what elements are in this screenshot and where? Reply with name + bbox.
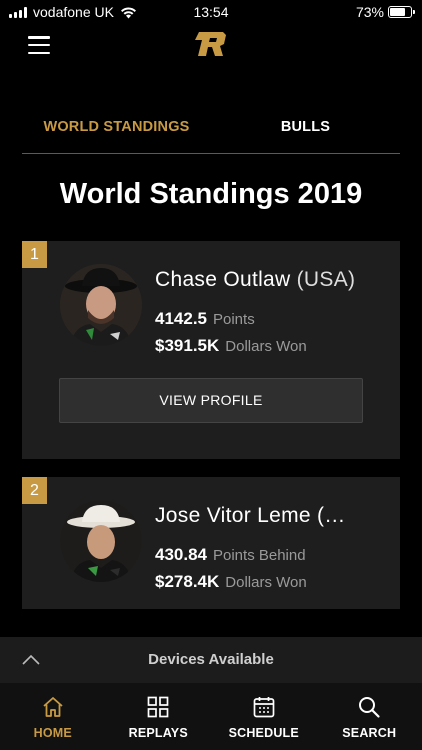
status-right: 73%: [355, 4, 415, 20]
points-label: Points: [213, 311, 255, 328]
grid-icon: [147, 696, 169, 718]
devices-available-label: Devices Available: [148, 651, 274, 668]
nav-replays[interactable]: REPLAYS: [106, 683, 212, 750]
nav-schedule-label: SCHEDULE: [228, 726, 299, 740]
nav-schedule[interactable]: SCHEDULE: [211, 683, 317, 750]
nav-replays-label: REPLAYS: [128, 726, 188, 740]
battery-percent: 73%: [355, 4, 384, 20]
status-bar: vodafone UK 13:54 73%: [0, 0, 422, 24]
tab-world-standings[interactable]: WORLD STANDINGS: [22, 110, 211, 153]
devices-available-bar[interactable]: Devices Available: [0, 637, 422, 683]
page-title: World Standings 2019: [59, 178, 363, 210]
home-icon: [43, 697, 63, 717]
battery-icon: [388, 6, 415, 18]
nav-home[interactable]: HOME: [0, 683, 106, 750]
dollars-value: $278.4K: [155, 572, 220, 591]
rider-avatar: [60, 500, 142, 582]
rank-badge: 1: [22, 241, 47, 268]
nav-home-label: HOME: [33, 726, 72, 740]
dollars-label: Dollars Won: [225, 338, 307, 355]
points-behind-stat: 430.84 Points Behind: [155, 545, 306, 565]
rider-country: (USA): [296, 268, 356, 291]
rider-avatar: [60, 264, 142, 346]
bottom-nav: HOME REPLAYS SCHEDULE SEARCH: [0, 683, 422, 750]
battery-fill: [390, 8, 405, 16]
hamburger-menu-icon[interactable]: [28, 36, 50, 54]
points-value: 4142.5: [155, 309, 207, 328]
rank-badge: 2: [22, 477, 47, 504]
points-stat: 4142.5 Points: [155, 309, 255, 329]
points-value: 430.84: [155, 545, 207, 564]
dollars-stat: $278.4K Dollars Won: [155, 572, 307, 592]
rider-name: Jose Vitor Leme (…: [155, 504, 395, 528]
standing-card: 1 Chase Outlaw (USA) 4142.5 Points $391.5…: [22, 241, 400, 459]
rider-photo-icon: [60, 264, 142, 346]
pbr-logo-icon: [195, 32, 226, 56]
rider-name-text: Jose Vitor Leme (…: [155, 504, 346, 527]
rider-name: Chase Outlaw (USA): [155, 268, 395, 292]
standing-card: 2 Jose Vitor Leme (… 430.84 Points Behind…: [22, 477, 400, 609]
standings-tabs: WORLD STANDINGS BULLS: [22, 110, 400, 154]
rider-name-text: Chase Outlaw: [155, 268, 291, 291]
dollars-value: $391.5K: [155, 336, 220, 355]
nav-search-label: SEARCH: [342, 726, 397, 740]
dollars-label: Dollars Won: [225, 574, 307, 591]
search-icon: [359, 697, 380, 718]
view-profile-button[interactable]: VIEW PROFILE: [59, 378, 363, 423]
points-label: Points Behind: [213, 547, 306, 564]
nav-search[interactable]: SEARCH: [317, 683, 422, 750]
calendar-icon: [253, 697, 275, 718]
tab-bulls[interactable]: BULLS: [211, 110, 400, 153]
dollars-stat: $391.5K Dollars Won: [155, 336, 307, 356]
rider-photo-icon: [60, 500, 142, 582]
